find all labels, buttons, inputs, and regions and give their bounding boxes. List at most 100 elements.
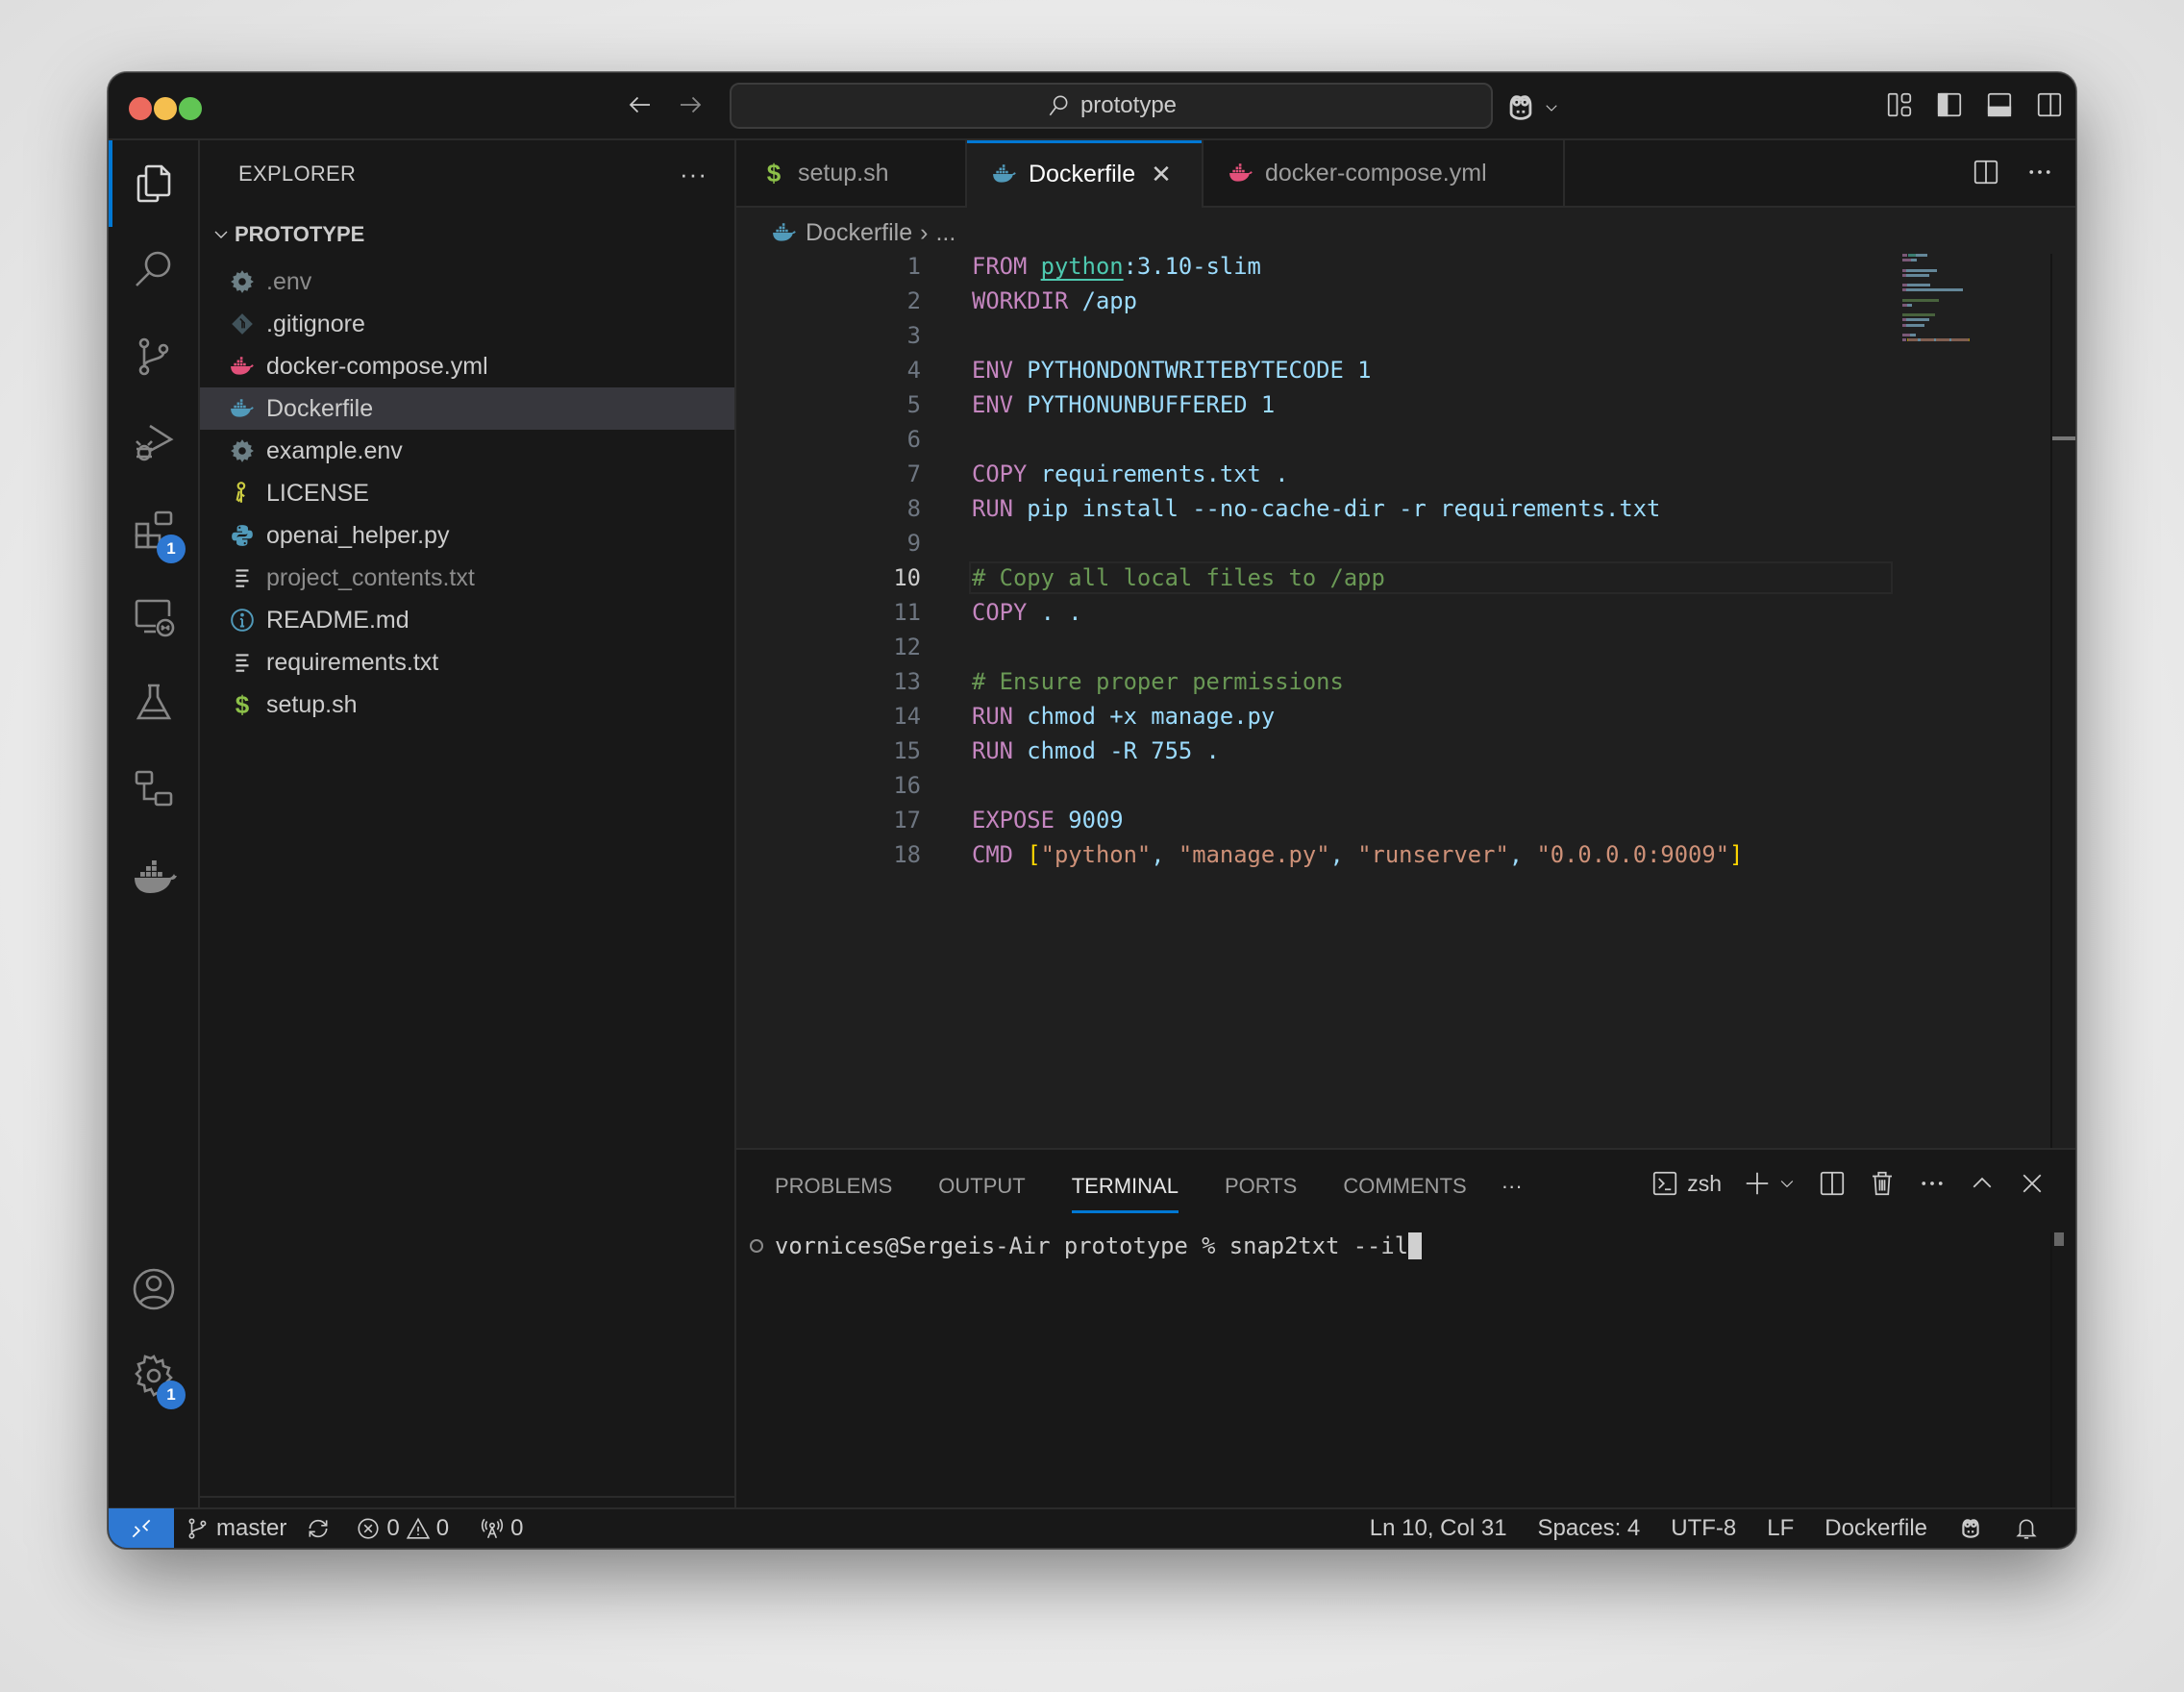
manage-gear-icon[interactable]: 1 — [109, 1332, 198, 1419]
language-mode[interactable]: Dockerfile — [1815, 1515, 1937, 1542]
code-line[interactable]: 6 — [736, 422, 2075, 457]
run-and-debug-icon[interactable] — [109, 400, 198, 486]
docker-icon[interactable] — [109, 833, 198, 919]
close-tab-icon[interactable]: ✕ — [1151, 160, 1172, 189]
minimap-line — [1902, 298, 2018, 303]
tab-setup-sh[interactable]: $ setup.sh — [736, 140, 967, 206]
search-icon[interactable] — [109, 227, 198, 313]
minimap-line — [1902, 284, 2018, 287]
file-item-selected[interactable]: Dockerfile — [200, 387, 734, 430]
testing-icon[interactable] — [109, 659, 198, 746]
cursor-position[interactable]: Ln 10, Col 31 — [1360, 1515, 1517, 1542]
new-terminal-plus-icon[interactable] — [1743, 1169, 1772, 1198]
notifications-button[interactable] — [2004, 1516, 2048, 1541]
minimap[interactable] — [1902, 254, 2018, 342]
file-item[interactable]: .env — [200, 261, 734, 303]
code-line[interactable]: 5 ENV PYTHONUNBUFFERED 1 — [736, 387, 2075, 422]
code-line[interactable]: 9 — [736, 526, 2075, 560]
chevron-down-icon[interactable] — [1777, 1169, 1797, 1198]
code-line[interactable]: 16 — [736, 768, 2075, 803]
code-line[interactable]: 15 RUN chmod -R 755 . — [736, 734, 2075, 768]
folder-prototype-header[interactable]: PROTOTYPE — [200, 213, 734, 256]
terminal-shell-name[interactable]: zsh — [1687, 1171, 1722, 1197]
file-item[interactable]: openai_helper.py — [200, 514, 734, 557]
panel-tab-problems[interactable]: PROBLEMS — [775, 1167, 892, 1206]
code-token: # Copy all local files to /app — [972, 564, 1385, 591]
copilot-menu-button[interactable] — [1504, 90, 1560, 125]
code-line[interactable]: 12 — [736, 630, 2075, 664]
code-editor[interactable]: 1 FROM python:3.10-slim 2 WORKDIR /app 3 4 ENV… — [736, 249, 2075, 872]
code-line[interactable]: 18 CMD ["python", "manage.py", "runserver… — [736, 837, 2075, 872]
customize-layout-icon[interactable] — [1885, 90, 1914, 119]
more-actions-icon[interactable] — [1918, 1169, 1947, 1198]
remote-explorer-icon[interactable] — [109, 573, 198, 659]
extensions-icon[interactable]: 1 — [109, 486, 198, 573]
encoding[interactable]: UTF-8 — [1661, 1515, 1746, 1542]
more-actions-icon[interactable] — [2025, 158, 2054, 187]
end-of-line[interactable]: LF — [1757, 1515, 1803, 1542]
kill-terminal-trash-icon[interactable] — [1868, 1169, 1897, 1198]
problems-status[interactable]: 0 0 — [340, 1515, 459, 1542]
file-item[interactable]: requirements.txt — [200, 641, 734, 684]
file-item[interactable]: .gitignore — [200, 303, 734, 345]
source-control-icon[interactable] — [109, 313, 198, 400]
code-line[interactable]: 10 # Copy all local files to /app — [736, 560, 2075, 595]
indentation[interactable]: Spaces: 4 — [1528, 1515, 1650, 1542]
line-text: ENV PYTHONDONTWRITEBYTECODE 1 — [972, 353, 1372, 387]
split-terminal-icon[interactable] — [1818, 1169, 1847, 1198]
file-item[interactable]: LICENSE — [200, 472, 734, 514]
split-editor-icon[interactable] — [1972, 158, 2000, 187]
maximize-window-button[interactable] — [179, 97, 202, 120]
code-line[interactable]: 8 RUN pip install --no-cache-dir -r requi… — [736, 491, 2075, 526]
file-item[interactable]: docker-compose.yml — [200, 345, 734, 387]
file-item[interactable]: project_contents.txt — [200, 557, 734, 599]
panel-tabs-more[interactable]: ··· — [1502, 1167, 1523, 1206]
explorer-icon[interactable] — [109, 140, 198, 227]
bottom-panel: PROBLEMS OUTPUT TERMINAL PORTS COMMENTS … — [736, 1148, 2075, 1509]
accounts-icon[interactable] — [109, 1246, 198, 1332]
minimize-window-button[interactable] — [154, 97, 177, 120]
sync-changes-button[interactable] — [296, 1516, 340, 1541]
forward-arrow-icon[interactable] — [673, 90, 707, 125]
toggle-primary-sidebar-icon[interactable] — [1935, 90, 1964, 119]
copilot-status-button[interactable] — [1948, 1516, 1993, 1541]
toggle-panel-icon[interactable] — [1985, 90, 2014, 119]
panel-tab-ports[interactable]: PORTS — [1225, 1167, 1297, 1206]
remote-indicator-button[interactable] — [109, 1508, 174, 1548]
close-panel-icon[interactable] — [2018, 1169, 2047, 1198]
dependencies-icon[interactable] — [109, 746, 198, 833]
code-line[interactable]: 4 ENV PYTHONDONTWRITEBYTECODE 1 — [736, 353, 2075, 387]
terminal-output[interactable]: vornices@Sergeis-Air prototype % snap2tx… — [750, 1232, 1423, 1259]
breadcrumb-symbols[interactable]: ... — [935, 219, 956, 247]
command-center-search[interactable]: prototype — [730, 83, 1493, 129]
file-name: requirements.txt — [266, 648, 439, 676]
editor-scrollbar[interactable] — [2050, 254, 2075, 1148]
code-line[interactable]: 1 FROM python:3.10-slim — [736, 249, 2075, 284]
panel-tab-output[interactable]: OUTPUT — [938, 1167, 1025, 1206]
ports-status[interactable]: 0 — [459, 1515, 533, 1542]
code-line[interactable]: 11 COPY . . — [736, 595, 2075, 630]
tab-docker-compose[interactable]: docker-compose.yml — [1204, 140, 1565, 206]
file-item[interactable]: $ setup.sh — [200, 684, 734, 726]
code-line[interactable]: 2 WORKDIR /app — [736, 284, 2075, 318]
git-branch-status[interactable]: master — [174, 1515, 296, 1542]
toggle-secondary-sidebar-icon[interactable] — [2035, 90, 2064, 119]
code-line[interactable]: 3 — [736, 318, 2075, 353]
back-arrow-icon[interactable] — [623, 90, 658, 125]
explorer-more-actions[interactable]: ··· — [680, 160, 707, 189]
settings-gear-file-icon — [229, 437, 256, 464]
line-number: 18 — [893, 841, 921, 868]
file-item[interactable]: example.env — [200, 430, 734, 472]
tab-dockerfile[interactable]: Dockerfile ✕ — [967, 140, 1204, 208]
code-line[interactable]: 13 # Ensure proper permissions — [736, 664, 2075, 699]
file-item[interactable]: README.md — [200, 599, 734, 641]
panel-tab-comments[interactable]: COMMENTS — [1343, 1167, 1466, 1206]
panel-tab-terminal[interactable]: TERMINAL — [1071, 1167, 1179, 1213]
breadcrumb-file[interactable]: Dockerfile — [806, 219, 912, 247]
code-line[interactable]: 14 RUN chmod +x manage.py — [736, 699, 2075, 734]
terminal-scrollbar[interactable] — [2050, 1232, 2075, 1509]
maximize-panel-chevron-up-icon[interactable] — [1968, 1169, 1997, 1198]
code-line[interactable]: 17 EXPOSE 9009 — [736, 803, 2075, 837]
code-line[interactable]: 7 COPY requirements.txt . — [736, 457, 2075, 491]
close-window-button[interactable] — [129, 97, 152, 120]
